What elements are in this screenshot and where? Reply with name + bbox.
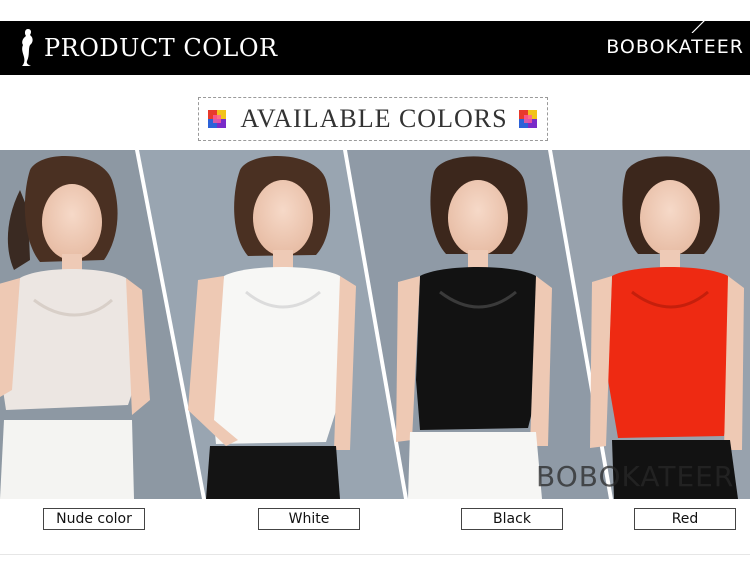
- variant-label-black[interactable]: Black: [461, 508, 563, 530]
- watermark-text: BOBOKATEER: [536, 460, 735, 493]
- header-title: PRODUCT COLOR: [44, 34, 278, 62]
- top-black: [416, 267, 540, 430]
- header-brand: BOBOKATEER: [606, 36, 744, 58]
- top-red: [608, 267, 734, 438]
- top-nude: [0, 269, 140, 410]
- product-photo-strip: [0, 150, 750, 499]
- available-colors-banner: AVAILABLE COLORS: [198, 97, 548, 141]
- variant-label-white[interactable]: White: [258, 508, 360, 530]
- decorative-slash-icon: [691, 19, 707, 33]
- woman-silhouette-icon: [22, 29, 33, 66]
- variant-label-red[interactable]: Red: [634, 508, 736, 530]
- top-white: [210, 267, 346, 444]
- section-title: AVAILABLE COLORS: [240, 104, 508, 133]
- footer-divider: [0, 554, 750, 555]
- header-bar: PRODUCT COLOR BOBOKATEER: [0, 19, 750, 75]
- color-swatch-icon: [208, 110, 226, 128]
- color-swatch-icon: [519, 110, 537, 128]
- variant-label-nude[interactable]: Nude color: [43, 508, 145, 530]
